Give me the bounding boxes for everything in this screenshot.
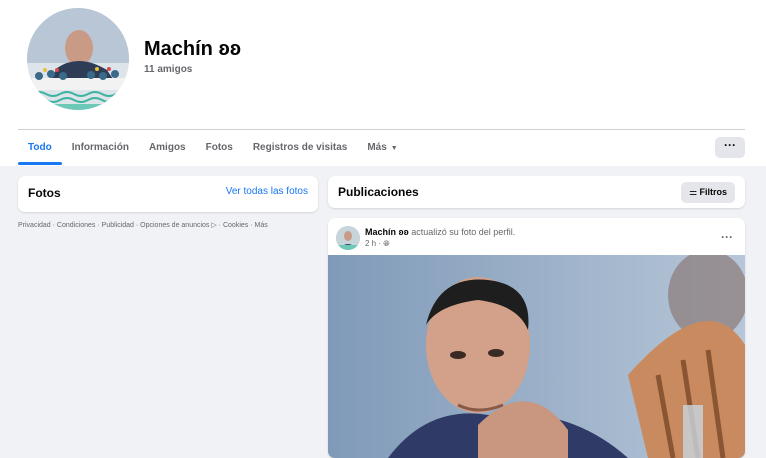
profile-avatar[interactable] [27,8,129,110]
tab-amigos[interactable]: Amigos [139,130,196,165]
tab-informacion[interactable]: Información [62,130,139,165]
profile-name: Machín ʚʚ [144,38,242,60]
post-action-text: actualizó su foto del perfil. [411,227,516,237]
posts-header-card: Publicaciones ⚌ Filtros [328,176,745,208]
sliders-icon: ⚌ [688,187,698,197]
footer-links[interactable]: Privacidad · Condiciones · Publicidad · … [18,220,328,231]
tab-registros-de-visitas[interactable]: Registros de visitas [243,130,357,165]
friends-count[interactable]: 11 amigos [144,64,192,75]
author-avatar-image [336,226,360,250]
posts-title: Publicaciones [338,185,419,199]
post-header-line: Machín ʚʚ actualizó su foto del perfil. [365,227,515,237]
post-time[interactable]: 2 h [365,239,376,248]
post-card: Machín ʚʚ actualizó su foto del perfil. … [328,218,745,458]
post-author-avatar[interactable] [336,226,360,250]
photos-title: Fotos [28,186,61,200]
post-author-name[interactable]: Machín ʚʚ [365,227,409,237]
globe-icon: 🌐︎ [383,239,390,248]
see-all-photos-link[interactable]: Ver todas las fotos [226,186,308,197]
filters-label: Filtros [699,187,728,197]
tab-todo[interactable]: Todo [18,130,62,165]
tab-fotos[interactable]: Fotos [196,130,243,165]
chevron-down-icon: ▼ [390,145,398,152]
post-photo-image [328,255,745,458]
photos-card: Fotos Ver todas las fotos [18,176,318,212]
post-menu-button[interactable]: ··· [721,230,733,244]
post-photo[interactable] [328,255,745,458]
tab-mas[interactable]: Más ▼ [357,130,407,165]
post-meta: 2 h · 🌐︎ [365,239,390,248]
more-options-button[interactable]: ··· [715,137,745,158]
filters-button[interactable]: ⚌ Filtros [681,182,735,203]
profile-header: Machín ʚʚ 11 amigos Todo Información Ami… [0,0,766,166]
tab-mas-label: Más [367,142,387,153]
profile-picture-image [27,8,129,110]
profile-tabs: Todo Información Amigos Fotos Registros … [18,130,408,165]
